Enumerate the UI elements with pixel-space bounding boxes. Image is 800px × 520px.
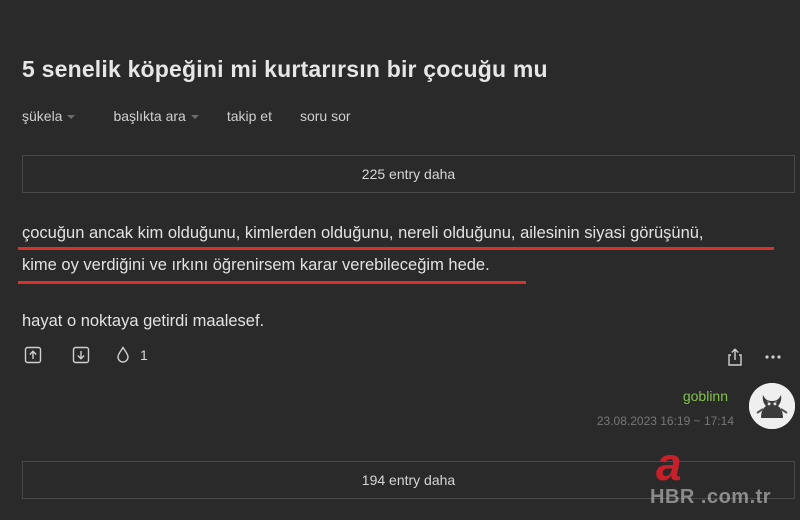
load-more-bottom-label: 194 entry daha	[361, 472, 456, 488]
red-highlight-underline-2	[18, 281, 526, 284]
entry-right-actions	[724, 346, 784, 368]
watermark-logo: a	[652, 438, 712, 490]
ask-question-link[interactable]: soru sor	[300, 108, 351, 124]
watermark-logo-letter: a	[656, 440, 682, 488]
search-in-topic-dropdown[interactable]: başlıkta ara	[113, 108, 199, 124]
share-icon[interactable]	[724, 346, 746, 368]
follow-link[interactable]: takip et	[227, 108, 272, 124]
favorite-count[interactable]: 1	[140, 347, 148, 363]
entry-text-line-1: çocuğun ancak kim olduğunu, kimlerden ol…	[22, 224, 704, 242]
upvote-icon[interactable]	[22, 344, 44, 366]
load-more-top-label: 225 entry daha	[361, 166, 456, 182]
red-highlight-underline-1	[18, 247, 774, 250]
entry-actions: 1	[22, 344, 148, 366]
sort-sukela-dropdown[interactable]: şükela	[22, 108, 76, 124]
entry-text-line-2: kime oy verdiğini ve ırkını öğrenirsem k…	[22, 256, 490, 274]
load-more-top-button[interactable]: 225 entry daha	[22, 155, 795, 193]
entry-date[interactable]: 23.08.2023 16:19 ~ 17:14	[597, 414, 734, 428]
search-in-topic-label: başlıkta ara	[113, 108, 186, 124]
entry-text-line-3: hayat o noktaya getirdi maalesef.	[22, 312, 265, 330]
ask-question-label: soru sor	[299, 108, 351, 124]
chevron-down-icon	[67, 115, 76, 119]
favorite-drop-icon[interactable]	[112, 344, 134, 366]
more-options-icon[interactable]	[762, 346, 784, 368]
topic-subnav: şükela başlıkta ara takip et soru sor	[22, 108, 351, 124]
sort-sukela-label: şükela	[22, 108, 63, 124]
watermark-text: HBR .com.tr	[650, 486, 772, 508]
topic-title[interactable]: 5 senelik köpeğini mi kurtarırsın bir ço…	[22, 56, 548, 83]
author-name[interactable]: goblinn	[683, 388, 728, 404]
author-avatar[interactable]	[749, 383, 795, 429]
chevron-down-icon	[190, 115, 199, 119]
follow-label: takip et	[226, 108, 272, 124]
downvote-icon[interactable]	[70, 344, 92, 366]
